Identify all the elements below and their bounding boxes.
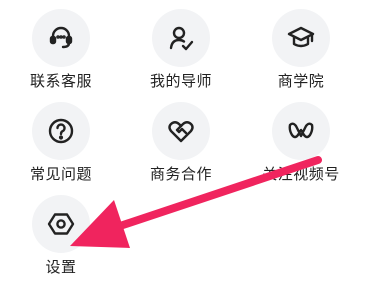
- video-account-icon: [272, 102, 330, 160]
- business-school-label: 商学院: [277, 72, 325, 90]
- question-circle-icon: [32, 102, 90, 160]
- settings-entry[interactable]: 设置: [11, 195, 111, 276]
- user-check-icon: [152, 9, 210, 67]
- my-mentor-entry[interactable]: 我的导师: [131, 9, 231, 90]
- settings-label: 设置: [45, 258, 77, 276]
- faq-entry[interactable]: 常见问题: [11, 102, 111, 183]
- my-mentor-label: 我的导师: [149, 72, 212, 90]
- customer-service-label: 联系客服: [29, 72, 92, 90]
- handshake-heart-icon: [152, 102, 210, 160]
- faq-label: 常见问题: [29, 165, 92, 183]
- headset-icon: [32, 9, 90, 67]
- follow-video-account-entry[interactable]: 关注视频号: [251, 102, 351, 183]
- graduation-cap-icon: [272, 9, 330, 67]
- hexagon-settings-icon: [32, 195, 90, 253]
- customer-service-entry[interactable]: 联系客服: [11, 9, 111, 90]
- follow-video-account-label: 关注视频号: [262, 165, 340, 183]
- menu-grid: 联系客服 我的导师 商学院 常见问题 商务合作 关注视频号 设置: [0, 0, 366, 287]
- business-cooperation-entry[interactable]: 商务合作: [131, 102, 231, 183]
- business-school-entry[interactable]: 商学院: [251, 9, 351, 90]
- business-cooperation-label: 商务合作: [149, 165, 212, 183]
